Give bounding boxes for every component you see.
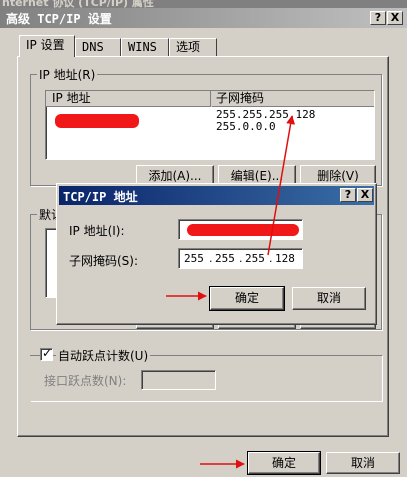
tab-options-label: 选项 <box>176 40 201 54</box>
tab-dns[interactable]: DNS <box>75 38 121 57</box>
mask-octet-2: 255 <box>215 252 235 265</box>
main-ok-label: 确定 <box>271 456 296 470</box>
help-button[interactable]: ? <box>370 11 386 25</box>
mask-octet-3: 255 <box>245 252 265 265</box>
column-header-ip[interactable]: IP 地址 <box>46 91 211 107</box>
main-cancel-label: 取消 <box>350 456 375 470</box>
mask-dot: . <box>239 252 243 265</box>
interface-metric-input[interactable] <box>141 370 216 390</box>
dialog-help-button[interactable]: ? <box>340 188 356 202</box>
checkmark-icon: ✓ <box>42 346 53 360</box>
main-cancel-button[interactable]: 取消 <box>326 452 400 474</box>
mask-octet-4: 128 <box>275 252 295 265</box>
tcpip-address-dialog: TCP/IP 地址 ? X IP 地址(I): 子网掩码(S): 255 . 2… <box>56 183 377 325</box>
tab-wins[interactable]: WINS <box>121 38 169 57</box>
help-icon: ? <box>344 188 352 201</box>
background-window-title: nternet 协议 (TCP/IP) 属性 <box>2 0 154 8</box>
mask-dot: . <box>269 252 273 265</box>
dialog-cancel-label: 取消 <box>316 291 341 305</box>
add-ip-button-label: 添加(A)... <box>148 169 202 183</box>
tab-ip-settings[interactable]: IP 设置 <box>19 35 75 57</box>
column-header-mask[interactable]: 子网掩码 <box>212 91 374 107</box>
auto-metric-label: 自动跃点计数(U) <box>56 347 151 364</box>
close-icon: X <box>360 188 370 201</box>
tab-wins-label: WINS <box>128 40 157 54</box>
redaction-scribble <box>187 224 299 236</box>
main-window-title: 高级 TCP/IP 设置 <box>6 12 112 26</box>
dialog-ok-button[interactable]: 确定 <box>209 286 285 311</box>
close-icon: X <box>390 11 400 24</box>
dialog-titlebar[interactable]: TCP/IP 地址 ? X <box>59 186 374 205</box>
redaction-scribble <box>55 114 139 128</box>
background-window-titlebar: nternet 协议 (TCP/IP) 属性 <box>0 0 407 8</box>
tab-ip-settings-label: IP 设置 <box>26 38 65 52</box>
column-header-mask-label: 子网掩码 <box>216 91 265 105</box>
mask-dot: . <box>209 252 213 265</box>
interface-metric-label: 接口跃点数(N): <box>44 374 127 388</box>
mask-octet-1: 255 <box>184 252 204 265</box>
dialog-cancel-button[interactable]: 取消 <box>292 287 366 310</box>
auto-metric-checkbox[interactable]: ✓ <box>40 346 53 361</box>
help-icon: ? <box>374 11 382 24</box>
column-header-ip-label: IP 地址 <box>52 91 91 105</box>
list-item-mask: 255.0.0.0 <box>216 120 276 133</box>
dialog-ip-label: IP 地址(I): <box>69 224 125 238</box>
dialog-ok-label: 确定 <box>234 291 259 305</box>
dialog-mask-label: 子网掩码(S): <box>69 254 139 268</box>
tab-dns-label: DNS <box>82 40 104 54</box>
edit-ip-button-label: 编辑(E)... <box>230 169 284 183</box>
tab-options[interactable]: 选项 <box>169 38 217 57</box>
dialog-close-button[interactable]: X <box>357 188 373 202</box>
close-button[interactable]: X <box>387 11 403 25</box>
ip-list-header: IP 地址 子网掩码 <box>46 91 374 107</box>
remove-ip-button-label: 删除(V) <box>317 169 359 183</box>
main-window-titlebar[interactable]: 高级 TCP/IP 设置 ? X <box>0 8 407 28</box>
ip-address-group-label: IP 地址(R) <box>37 66 98 83</box>
dialog-mask-input[interactable]: 255 . 255 . 255 . 128 <box>178 248 303 269</box>
dialog-title: TCP/IP 地址 <box>63 190 138 204</box>
main-ok-button[interactable]: 确定 <box>247 451 321 475</box>
